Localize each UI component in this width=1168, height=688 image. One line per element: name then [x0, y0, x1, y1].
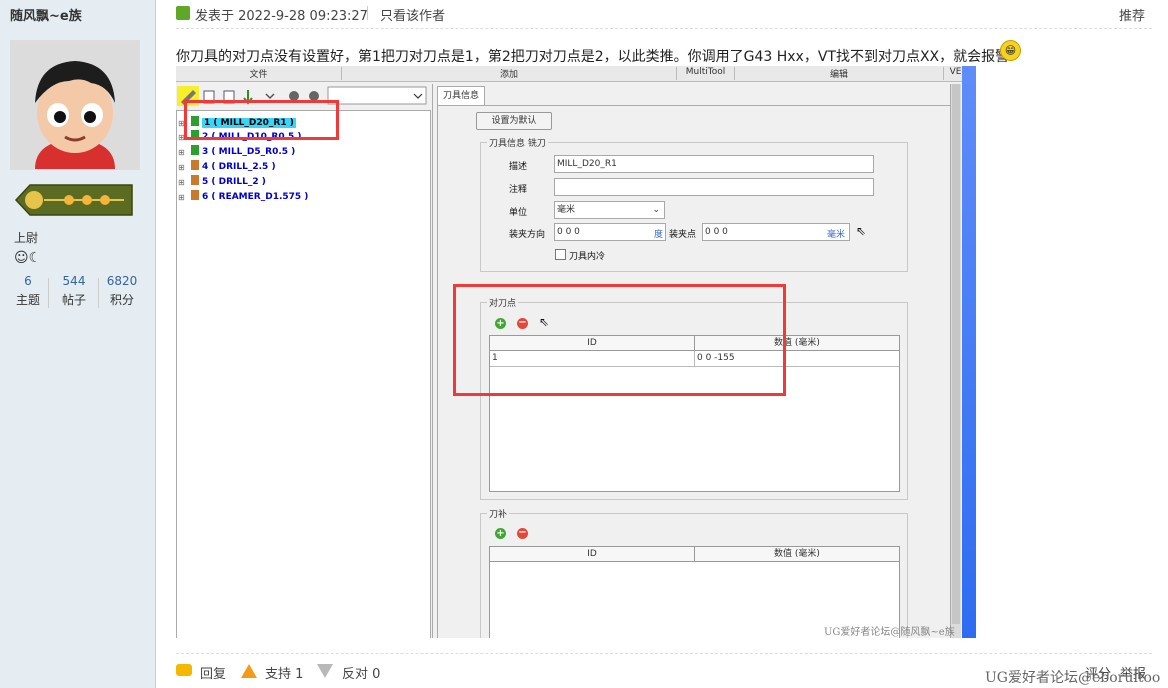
tree-item-tool-6[interactable]: 6 ( REAMER_D1.575 ): [191, 190, 308, 202]
chevron-down-icon: ⌄: [652, 205, 660, 215]
rank-badge-icon: [14, 183, 134, 217]
tool-info-group: 刀具信息 铣刀 描述 MILL_D20_R1 注释 单位 毫米 ⌄ 装夹方向 0…: [480, 136, 908, 272]
menu-bar: 文件 添加 MultiTool 编辑 VERI: [176, 66, 976, 82]
rank-title: 上尉: [14, 231, 39, 245]
remove-icon[interactable]: −: [517, 528, 528, 539]
set-default-button[interactable]: 设置为默认: [476, 112, 552, 130]
tree-item-tool-5[interactable]: 5 ( DRILL_2 ): [191, 175, 266, 187]
divider: [367, 6, 368, 20]
stat-value[interactable]: 6820: [104, 274, 140, 288]
recommend-link[interactable]: 推荐: [1119, 5, 1145, 24]
post-time: 发表于 2022-9-28 09:23:27: [195, 9, 368, 24]
avatar[interactable]: [10, 40, 140, 170]
clamp-point-unit: 毫米: [827, 230, 846, 240]
expand-icon[interactable]: ⊞: [178, 148, 185, 157]
tool-tree[interactable]: ⊞ 1 ( MILL_D20_R1 ) ⊞ 2 ( MILL_D10_R0.5 …: [176, 110, 431, 638]
window-edge: [962, 66, 976, 638]
stat-label: 主题: [15, 293, 40, 307]
note-field[interactable]: [554, 178, 874, 196]
clamp-dir-unit: 度: [654, 230, 664, 240]
author-sidebar: 随风飘~e族 上尉 ☺☾ 6 主题 544 帖子 6820 积分: [0, 0, 156, 688]
online-user-icon: [176, 6, 190, 20]
tree-item-tool-3[interactable]: 3 ( MILL_D5_R0.5 ): [191, 145, 295, 157]
tree-item-label: 4 ( DRILL_2.5 ): [202, 162, 276, 172]
tree-item-tool-4[interactable]: 4 ( DRILL_2.5 ): [191, 160, 276, 172]
divider: [48, 278, 49, 308]
column-header: ID: [490, 547, 695, 562]
tree-item-label: 6 ( REAMER_D1.575 ): [202, 192, 309, 202]
reply-icon[interactable]: [176, 664, 192, 676]
tab-tool-info[interactable]: 刀具信息: [437, 86, 485, 105]
page-watermark: UG爱好者论坛@eboruitoo: [985, 670, 1161, 686]
stat-posts[interactable]: 544 帖子: [56, 274, 92, 308]
reamer-tool-icon: [191, 190, 199, 200]
menu-add: 添加: [342, 67, 677, 80]
only-author-link[interactable]: 只看该作者: [380, 5, 445, 24]
checkbox-icon: [555, 249, 566, 260]
stat-value[interactable]: 6: [14, 274, 42, 288]
clamp-dir-field[interactable]: 0 0 0: [554, 223, 666, 241]
drill-tool-icon: [191, 175, 199, 185]
note-label: 注释: [509, 185, 528, 195]
drill-tool-icon: [191, 160, 199, 170]
reply-button[interactable]: 回复: [200, 663, 226, 682]
compensation-group: 刀补 + − ID 数值 (毫米): [480, 507, 908, 638]
clamp-dir-label: 装夹方向: [509, 230, 546, 240]
grin-smiley-icon: 😁: [1000, 40, 1021, 61]
menu-multitool: MultiTool: [677, 67, 735, 80]
scrollbar-thumb[interactable]: [952, 84, 960, 624]
menu-file: 文件: [176, 67, 342, 80]
highlight-box-gauge: [453, 284, 786, 396]
menu-edit: 编辑: [735, 67, 944, 80]
expand-icon[interactable]: ⊞: [178, 193, 185, 202]
unit-label: 单位: [509, 208, 528, 218]
desc-label: 描述: [509, 162, 528, 172]
scrollbar[interactable]: [950, 84, 961, 638]
unit-select[interactable]: 毫米 ⌄: [554, 201, 665, 219]
thumbs-down-arrow-icon[interactable]: [317, 664, 333, 678]
expand-icon[interactable]: ⊞: [178, 163, 185, 172]
unit-select-value: 毫米: [557, 205, 576, 215]
online-medal-icon: ☺☾: [14, 250, 42, 266]
group-title: 刀具信息 铣刀: [487, 136, 548, 149]
stat-label: 帖子: [61, 293, 86, 307]
divider: [98, 278, 99, 308]
support-button[interactable]: 支持 1: [265, 663, 303, 682]
pick-cursor-icon[interactable]: ⇖: [856, 224, 866, 238]
image-watermark: UG爱好者论坛@随风飘~e族: [824, 627, 955, 638]
highlight-box-tool: [184, 100, 339, 140]
post-body-text: 你刀具的对刀点没有设置好，第1把刀对刀点是1，第2把刀对刀点是2，以此类推。你调…: [176, 49, 1010, 65]
clamp-dir-value: 0 0 0: [557, 227, 580, 237]
stat-credits[interactable]: 6820 积分: [104, 274, 140, 308]
author-name[interactable]: 随风飘~e族: [10, 5, 82, 24]
attached-screenshot[interactable]: 文件 添加 MultiTool 编辑 VERI ⊞ 1 ( MILL_D20_R…: [176, 66, 976, 638]
desc-field[interactable]: MILL_D20_R1: [554, 155, 874, 173]
add-icon[interactable]: +: [495, 528, 506, 539]
divider: [176, 28, 1152, 29]
stat-value[interactable]: 544: [56, 274, 92, 288]
column-header: 数值 (毫米): [695, 547, 899, 562]
clamp-point-label: 装夹点: [669, 230, 697, 240]
stat-label: 积分: [109, 293, 134, 307]
tree-item-label: 3 ( MILL_D5_R0.5 ): [202, 147, 296, 157]
mill-tool-icon: [191, 145, 199, 155]
stat-threads[interactable]: 6 主题: [14, 274, 42, 308]
group-title: 刀补: [487, 507, 510, 520]
tree-item-label: 5 ( DRILL_2 ): [202, 177, 266, 187]
thumbs-up-arrow-icon[interactable]: [241, 664, 257, 678]
coolant-checkbox[interactable]: 刀具内冷: [555, 249, 605, 262]
coolant-label: 刀具内冷: [569, 252, 606, 262]
expand-icon[interactable]: ⊞: [178, 178, 185, 187]
clamp-point-value: 0 0 0: [705, 227, 728, 237]
oppose-button[interactable]: 反对 0: [342, 663, 380, 682]
divider: [176, 653, 1152, 654]
